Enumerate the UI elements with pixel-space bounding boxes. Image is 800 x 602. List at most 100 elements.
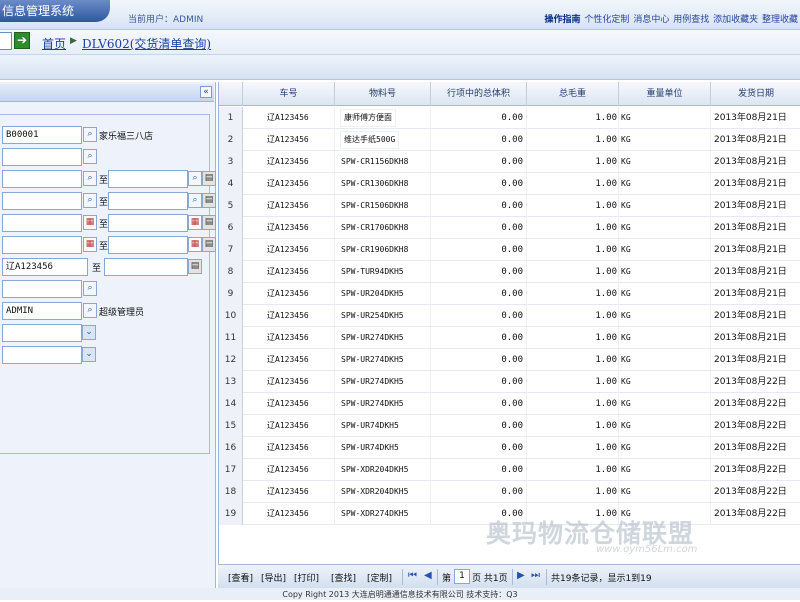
link-guide[interactable]: 操作指南	[545, 15, 581, 25]
field-4-from-input[interactable]	[2, 192, 82, 210]
field-8-input[interactable]	[2, 280, 82, 298]
material-cell: 康师傅方便面	[335, 107, 431, 129]
double-chevron-left-icon[interactable]: «	[200, 86, 212, 98]
field-3-to-input[interactable]	[108, 170, 188, 188]
table-row[interactable]: 9 辽A123456 SPW-UR204DKH5 0.00 1.00 KG 2013年08月…	[219, 283, 800, 305]
print-button[interactable]: [打印]	[294, 571, 319, 584]
link-messages[interactable]: 消息中心	[633, 15, 669, 25]
search-icon[interactable]: ⌕	[83, 149, 97, 164]
volume-cell: 0.00	[431, 481, 527, 503]
table-row[interactable]: 5 辽A123456 SPW-CR1506DKH8 0.00 1.00 KG 2013年08…	[219, 195, 800, 217]
breadcrumb-home-link[interactable]: 首页	[42, 35, 66, 52]
last-page-icon[interactable]: ⏭	[531, 570, 540, 581]
weight-unit-cell: KG	[619, 393, 711, 415]
weight-unit-cell: KG	[619, 371, 711, 393]
field-2-input[interactable]	[2, 148, 82, 166]
table-row[interactable]: 17 辽A123456 SPW-XDR204DKH5 0.00 1.00 KG 2013年0…	[219, 459, 800, 481]
column-header[interactable]: 重量单位	[619, 82, 711, 106]
first-page-icon[interactable]: ⏮	[408, 570, 417, 581]
chevron-down-icon[interactable]: ⌄	[82, 347, 96, 362]
column-header[interactable]: 行项中的总体积	[431, 82, 527, 106]
search-icon[interactable]: ⌕	[83, 193, 97, 208]
next-page-icon[interactable]: ▶	[517, 570, 525, 581]
calendar-icon[interactable]: ▦	[188, 215, 202, 230]
field-row-operator: ADMIN ⌕ 超级管理员	[0, 302, 214, 320]
column-header[interactable]: 发货日期	[711, 82, 800, 106]
go-button[interactable]: ➔	[14, 32, 30, 49]
plate-cell: 辽A123456	[243, 371, 335, 393]
table-row[interactable]: 15 辽A123456 SPW-UR74DKH5 0.00 1.00 KG 2013年08月…	[219, 415, 800, 437]
ship-date-cell: 2013年08月21日	[711, 305, 800, 327]
table-row[interactable]: 16 辽A123456 SPW-UR74DKH5 0.00 1.00 KG 2013年08月…	[219, 437, 800, 459]
chevron-down-icon[interactable]: ⌄	[82, 325, 96, 340]
export-button[interactable]: [导出]	[261, 571, 286, 584]
database-icon[interactable]: ▤	[202, 193, 216, 208]
link-organize-favorites[interactable]: 整理收藏	[762, 15, 798, 25]
table-row[interactable]: 11 辽A123456 SPW-UR274DKH5 0.00 1.00 KG 2013年08…	[219, 327, 800, 349]
gross-weight-cell: 1.00	[527, 283, 619, 305]
customer-code-input[interactable]: B00001	[2, 126, 82, 144]
search-icon[interactable]: ⌕	[83, 303, 97, 318]
plate-cell: 辽A123456	[243, 217, 335, 239]
gross-weight-cell: 1.00	[527, 151, 619, 173]
quick-code-input[interactable]	[0, 32, 12, 50]
column-header[interactable]: 物料号	[335, 82, 431, 106]
table-row[interactable]: 1 辽A123456 康师傅方便面 0.00 1.00 KG 2013年08月21日	[219, 107, 800, 129]
link-add-favorite[interactable]: 添加收藏夹	[713, 15, 758, 25]
select-1[interactable]	[2, 324, 82, 342]
plate-to-input[interactable]	[104, 258, 188, 276]
date2-from-input[interactable]	[2, 236, 82, 254]
link-usecase-search[interactable]: 用例查找	[673, 15, 709, 25]
plate-from-input[interactable]: 辽A123456	[2, 258, 88, 276]
field-4-to-input[interactable]	[108, 192, 188, 210]
calendar-icon[interactable]: ▦	[83, 237, 97, 252]
calendar-icon[interactable]: ▦	[188, 237, 202, 252]
field-row-plate: 辽A123456 至 ▤	[0, 258, 214, 276]
search-icon[interactable]: ⌕	[188, 193, 202, 208]
material-cell: SPW-UR74DKH5	[335, 415, 431, 437]
date-from-input[interactable]	[2, 214, 82, 232]
field-row-2: ⌕	[0, 148, 214, 166]
column-header[interactable]: 总毛重	[527, 82, 619, 106]
view-button[interactable]: [查看]	[228, 571, 253, 584]
table-row[interactable]: 3 辽A123456 SPW-CR1156DKH8 0.00 1.00 KG 2013年08…	[219, 151, 800, 173]
link-personalize[interactable]: 个性化定制	[584, 15, 629, 25]
table-row[interactable]: 19 辽A123456 SPW-XDR274DKH5 0.00 1.00 KG 2013年0…	[219, 503, 800, 525]
table-row[interactable]: 18 辽A123456 SPW-XDR204DKH5 0.00 1.00 KG 2013年0…	[219, 481, 800, 503]
date2-to-input[interactable]	[108, 236, 188, 254]
weight-unit-cell: KG	[619, 261, 711, 283]
search-icon[interactable]: ⌕	[83, 281, 97, 296]
volume-cell: 0.00	[431, 305, 527, 327]
select-2[interactable]	[2, 346, 82, 364]
database-icon[interactable]: ▤	[202, 171, 216, 186]
table-row[interactable]: 2 辽A123456 维达手纸500G 0.00 1.00 KG 2013年08月21日	[219, 129, 800, 151]
page-number-input[interactable]: 1	[454, 569, 470, 584]
calendar-icon[interactable]: ▦	[83, 215, 97, 230]
field-3-from-input[interactable]	[2, 170, 82, 188]
database-icon[interactable]: ▤	[202, 215, 216, 230]
search-icon[interactable]: ⌕	[83, 127, 97, 142]
weight-unit-cell: KG	[619, 415, 711, 437]
column-header[interactable]: 车号	[243, 82, 335, 106]
prev-page-icon[interactable]: ◀	[424, 570, 432, 581]
date-to-input[interactable]	[108, 214, 188, 232]
row-number-header	[219, 82, 243, 106]
database-icon[interactable]: ▤	[202, 237, 216, 252]
table-row[interactable]: 4 辽A123456 SPW-CR1306DKH8 0.00 1.00 KG 2013年08…	[219, 173, 800, 195]
table-row[interactable]: 6 辽A123456 SPW-CR1706DKH8 0.00 1.00 KG 2013年08…	[219, 217, 800, 239]
search-icon[interactable]: ⌕	[83, 171, 97, 186]
field-row-3: ⌕ 至 ⌕ ▤	[0, 170, 216, 188]
find-button[interactable]: [查找]	[331, 571, 356, 584]
table-row[interactable]: 10 辽A123456 SPW-UR254DKH5 0.00 1.00 KG 2013年08…	[219, 305, 800, 327]
search-icon[interactable]: ⌕	[188, 171, 202, 186]
breadcrumb-page-link[interactable]: DLV602(交货清单查询)	[82, 35, 211, 52]
customize-button[interactable]: [定制]	[367, 571, 392, 584]
table-row[interactable]: 12 辽A123456 SPW-UR274DKH5 0.00 1.00 KG 2013年08…	[219, 349, 800, 371]
table-row[interactable]: 14 辽A123456 SPW-UR274DKH5 0.00 1.00 KG 2013年08…	[219, 393, 800, 415]
table-row[interactable]: 8 辽A123456 SPW-TUR94DKH5 0.00 1.00 KG 2013年08月…	[219, 261, 800, 283]
database-icon[interactable]: ▤	[188, 259, 202, 274]
material-cell: SPW-UR74DKH5	[335, 437, 431, 459]
operator-input[interactable]: ADMIN	[2, 302, 82, 320]
table-row[interactable]: 7 辽A123456 SPW-CR1906DKH8 0.00 1.00 KG 2013年08…	[219, 239, 800, 261]
table-row[interactable]: 13 辽A123456 SPW-UR274DKH5 0.00 1.00 KG 2013年08…	[219, 371, 800, 393]
